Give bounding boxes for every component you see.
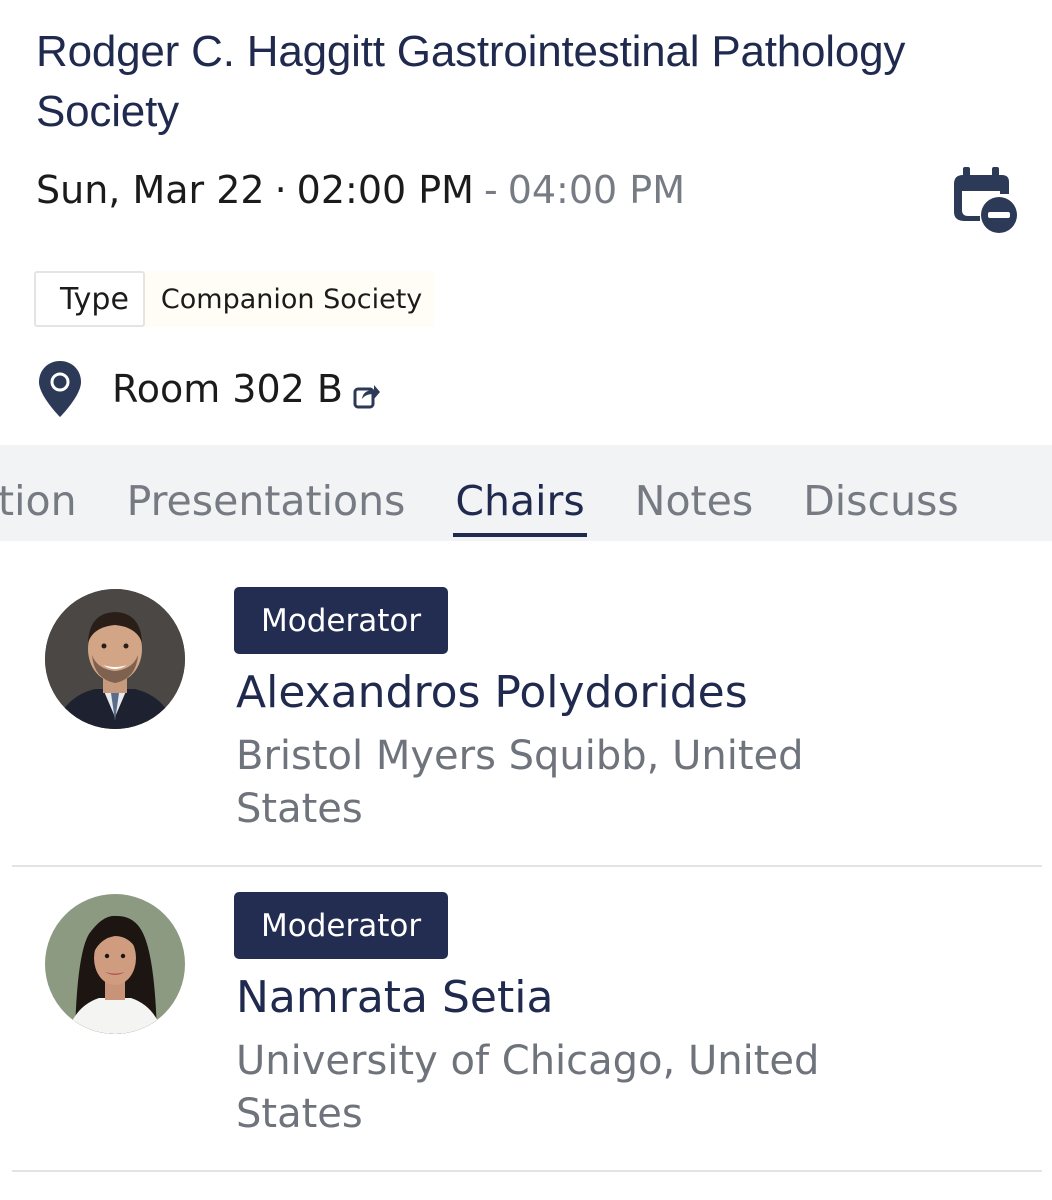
- role-badge: Moderator: [234, 892, 449, 959]
- chair-org-line: States: [236, 786, 363, 832]
- location-link[interactable]: Room 302 B: [36, 358, 381, 420]
- chair-organization: University of Chicago, United States: [236, 1035, 916, 1141]
- tab-notes[interactable]: Notes: [635, 445, 753, 541]
- chair-item[interactable]: Moderator Alexandros Polydorides Bristol…: [0, 541, 1052, 847]
- chair-organization: Bristol Myers Squibb, United States: [236, 730, 916, 836]
- start-time: 02:00 PM: [296, 168, 474, 212]
- time-dash: -: [483, 168, 498, 212]
- time-separator: ·: [274, 168, 287, 212]
- session-title: Rodger C. Haggitt Gastrointestinal Patho…: [36, 27, 906, 136]
- map-pin-icon: [39, 361, 81, 417]
- type-value: Companion Society: [144, 271, 435, 327]
- divider: [12, 1170, 1042, 1172]
- share-icon: [353, 385, 380, 409]
- role-badge: Moderator: [234, 587, 449, 654]
- avatar: [45, 589, 185, 729]
- tab-bar: ption Presentations Chairs Notes Discuss: [0, 445, 1052, 541]
- tab-track: ption Presentations Chairs Notes Discuss: [0, 445, 1009, 541]
- session-date: Sun, Mar 22: [36, 168, 265, 212]
- chair-name: Alexandros Polydorides: [236, 667, 748, 718]
- end-time: 04:00 PM: [507, 168, 685, 212]
- tab-presentations[interactable]: Presentations: [127, 445, 406, 541]
- tab-discuss[interactable]: Discuss: [803, 445, 959, 541]
- tab-chairs[interactable]: Chairs: [453, 445, 588, 541]
- calendar-remove-icon: [954, 167, 1017, 233]
- chair-org-line: Bristol Myers Squibb, United: [236, 733, 804, 779]
- avatar: [45, 894, 185, 1034]
- session-type: Type Companion Society: [34, 271, 435, 327]
- tab-description[interactable]: ption: [0, 445, 77, 541]
- session-time: Sun, Mar 22 · 02:00 PM - 04:00 PM: [36, 160, 685, 220]
- chair-item[interactable]: Moderator Namrata Setia University of Ch…: [0, 846, 1052, 1152]
- remove-from-calendar-button[interactable]: [946, 164, 1020, 234]
- chair-org-line: University of Chicago, United: [236, 1038, 820, 1084]
- chair-name: Namrata Setia: [236, 972, 554, 1023]
- type-label: Type: [34, 271, 145, 327]
- room-name: Room 302 B: [112, 367, 343, 411]
- chair-org-line: States: [236, 1091, 363, 1137]
